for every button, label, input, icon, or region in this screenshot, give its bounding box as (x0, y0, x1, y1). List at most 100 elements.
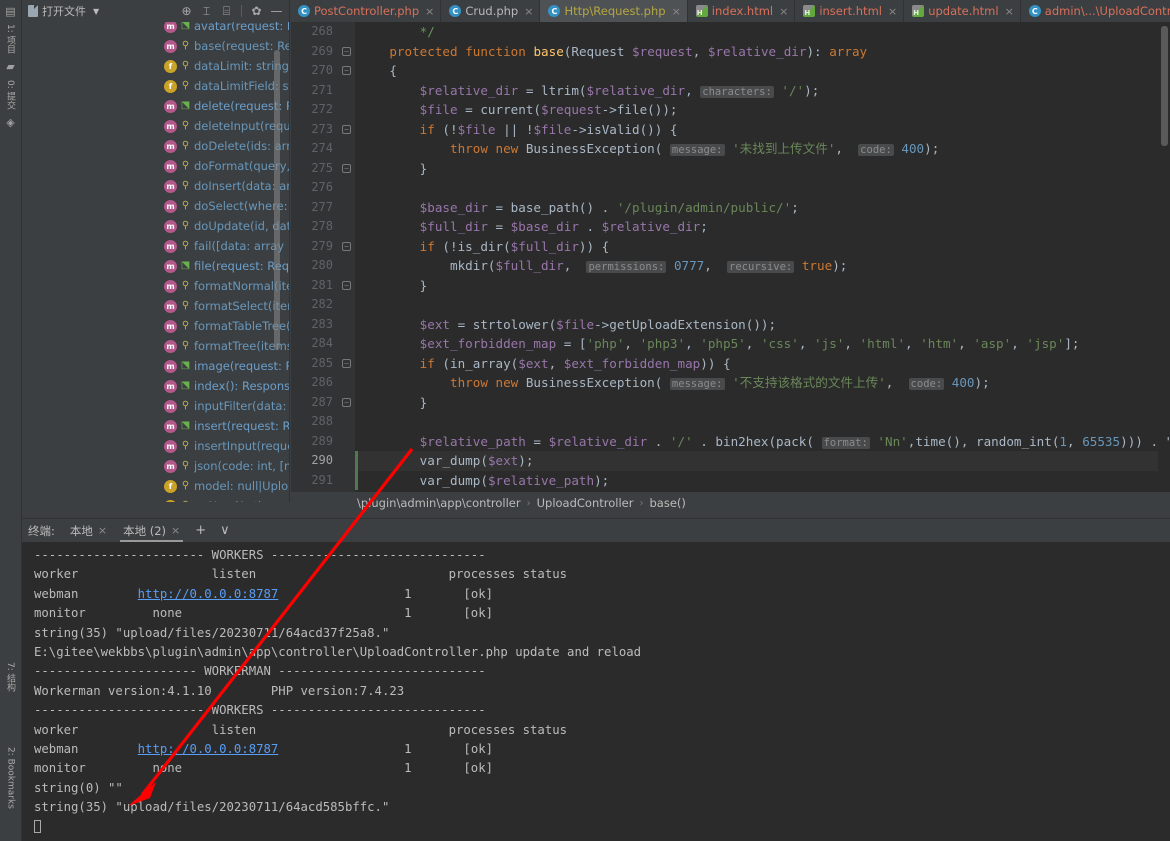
code-line[interactable]: if (!$file || !$file->isValid()) { (355, 120, 1158, 140)
code-line[interactable]: } (355, 159, 1158, 179)
minimize-icon[interactable]: — (270, 5, 283, 18)
fold-toggle-icon[interactable]: − (342, 66, 351, 75)
structure-scrollbar[interactable] (274, 50, 280, 350)
code-line[interactable] (355, 178, 1158, 198)
editor-tab-6[interactable]: Cadmin\...\UploadController.php× (1020, 0, 1170, 22)
structure-item[interactable]: m⬔delete(request: Request) (162, 96, 289, 116)
structure-item[interactable]: m ⚲ inputFilter(data: array): a (162, 396, 289, 416)
close-icon[interactable]: × (672, 5, 681, 18)
breadcrumb-class[interactable]: UploadController (537, 496, 634, 510)
close-icon[interactable]: × (524, 5, 533, 18)
commit-icon[interactable]: ◈ (3, 114, 19, 130)
structure-item[interactable]: m⚲base(request: Request, r (162, 36, 289, 56)
code-line[interactable]: $ext_forbidden_map = ['php', 'php3', 'ph… (355, 334, 1158, 354)
editor-tab-3[interactable]: index.html × (687, 0, 796, 22)
editor-code-area[interactable]: */ protected function base(Request $requ… (355, 22, 1170, 492)
code-line[interactable]: $full_dir = $base_dir . $relative_dir; (355, 217, 1158, 237)
structure-item[interactable]: m⚲deleteInput(request: Rec (162, 116, 289, 136)
editor-tab-1[interactable]: C Crud.php × (441, 0, 541, 22)
structure-item[interactable]: m⚲doUpdate(id, data): void (162, 216, 289, 236)
code-line[interactable]: $ext = strtolower($file->getUploadExtens… (355, 315, 1158, 335)
structure-item[interactable]: m⬔image(request: Request) (162, 356, 289, 376)
vcs-change-marker[interactable] (355, 451, 358, 471)
structure-item[interactable]: m⚲formatTableTree(items): (162, 316, 289, 336)
editor-scrollbar[interactable] (1161, 26, 1168, 146)
code-line[interactable]: $file = current($request->file()); (355, 100, 1158, 120)
code-line[interactable] (355, 295, 1158, 315)
close-icon[interactable]: × (425, 5, 434, 18)
structure-item[interactable]: m⚲fail([data: array = []], [ms (162, 236, 289, 256)
close-icon[interactable]: × (1005, 5, 1014, 18)
structure-item[interactable]: m⬔insert(request: Request): (162, 416, 289, 436)
add-terminal-button[interactable]: + (189, 523, 212, 538)
code-line[interactable]: { (355, 61, 1158, 81)
structure-item[interactable]: f⚲dataLimitField: string = ': (162, 76, 289, 96)
breadcrumb-path[interactable]: \plugin\admin\app\controller (357, 496, 521, 510)
code-line[interactable]: if (in_array($ext, $ext_forbidden_map)) … (355, 354, 1158, 374)
structure-item[interactable]: f ⚲ model: null|Upload = nu (162, 476, 289, 496)
structure-item[interactable]: m ⚲ insertInput(request: Req (162, 436, 289, 456)
code-line[interactable]: var_dump($relative_path); (355, 471, 1158, 491)
editor-gutter[interactable]: 268 269−270−271 272 273−274 275−276 277 278 279… (291, 22, 355, 492)
code-line[interactable]: } (355, 393, 1158, 413)
terminal-tab-local-2[interactable]: 本地 (2) × (116, 520, 187, 542)
chevron-down-icon[interactable]: ▼ (93, 7, 99, 16)
code-line[interactable]: throw new BusinessException( message: '不… (355, 373, 1158, 393)
fold-toggle-icon[interactable]: − (342, 46, 351, 56)
code-editor[interactable]: 268 269−270−271 272 273−274 275−276 277 278 279… (291, 22, 1170, 492)
code-line[interactable]: */ (355, 22, 1158, 42)
code-line[interactable]: $base_dir = base_path() . '/plugin/admin… (355, 198, 1158, 218)
structure-item[interactable]: m⚲doSelect(where: array, [f (162, 196, 289, 216)
sidebar-label-commit[interactable]: 0: 提交 (4, 78, 17, 112)
code-line[interactable]: protected function base(Request $request… (355, 42, 1158, 62)
editor-tab-2[interactable]: C Http\Request.php × (540, 0, 688, 22)
terminal-cursor[interactable] (34, 817, 1170, 836)
fold-toggle-icon[interactable]: − (342, 280, 351, 290)
sidebar-label-project[interactable]: 1: 项目 (4, 22, 17, 56)
structure-item[interactable]: m⚲formatNormal(items, tot (162, 276, 289, 296)
fold-toggle-icon[interactable]: − (342, 241, 351, 251)
close-icon[interactable]: × (98, 524, 107, 537)
project-view-icon[interactable]: ▤ (3, 3, 19, 19)
terminal-output[interactable]: ----------------------- WORKERS --------… (22, 542, 1170, 841)
fold-toggle-icon[interactable]: − (342, 397, 351, 407)
structure-item[interactable]: m⚲doDelete(ids: array): voi (162, 136, 289, 156)
breadcrumb-method[interactable]: base() (649, 496, 685, 510)
terminal-tab-local-1[interactable]: 本地 × (63, 520, 114, 542)
editor-tab-4[interactable]: insert.html × (795, 0, 905, 22)
folder-icon[interactable]: ▰ (3, 59, 19, 75)
code-line[interactable]: var_dump($ext); (355, 451, 1158, 471)
sidebar-label-bookmarks[interactable]: 2: Bookmarks (6, 745, 16, 811)
target-icon[interactable]: ⊕ (180, 5, 193, 18)
code-line[interactable]: $relative_dir = ltrim($relative_dir, cha… (355, 81, 1158, 101)
structure-item[interactable]: f ⚲ noNeedAuth: array = [] (162, 496, 289, 502)
terminal-link[interactable]: http://0.0.0.0:8787 (138, 742, 279, 756)
fold-toggle-icon[interactable]: − (342, 358, 351, 368)
structure-item[interactable]: f⚲dataLimit: string = 'persɔ (162, 56, 289, 76)
structure-item[interactable]: m ⚲ json(code: int, [msg: stri (162, 456, 289, 476)
editor-tab-0[interactable]: C PostController.php × (290, 0, 442, 22)
close-icon[interactable]: × (779, 5, 788, 18)
code-line[interactable]: $relative_path = $relative_dir . '/' . b… (355, 432, 1170, 452)
terminal-link[interactable]: http://0.0.0.0:8787 (138, 587, 279, 601)
collapse-all-icon[interactable]: ⌸ (220, 5, 233, 18)
structure-item[interactable]: m⬔avatar(request: Request) (162, 22, 289, 36)
editor-tab-5[interactable]: update.html × (904, 0, 1021, 22)
code-line[interactable]: mkdir($full_dir, permissions: 0777, recu… (355, 256, 1158, 276)
code-line[interactable]: if (!is_dir($full_dir)) { (355, 237, 1158, 257)
structure-panel-title[interactable]: 打开文件 ▼ (28, 3, 99, 19)
code-line[interactable]: throw new BusinessException( message: '未… (355, 139, 1158, 159)
structure-item[interactable]: m⬔file(request: Request): Rе (162, 256, 289, 276)
settings-gear-icon[interactable]: ✿ (250, 5, 263, 18)
structure-item[interactable]: m⚲formatTree(items): Resp• (162, 336, 289, 356)
sidebar-label-structure[interactable]: 7: 结构 (4, 660, 17, 694)
structure-item[interactable]: m⚲formatSelect(items): Resⲟ (162, 296, 289, 316)
code-line[interactable] (355, 412, 1158, 432)
expand-all-icon[interactable]: ⌶ (200, 5, 213, 18)
fold-toggle-icon[interactable]: − (342, 124, 351, 134)
structure-item[interactable]: m⚲doFormat(query, format, (162, 156, 289, 176)
structure-item[interactable]: m⚲doInsert(data: array): mi (162, 176, 289, 196)
structure-item[interactable]: m ⬔ index(): Response (162, 376, 289, 396)
fold-toggle-icon[interactable]: − (342, 163, 351, 173)
close-icon[interactable]: × (888, 5, 897, 18)
